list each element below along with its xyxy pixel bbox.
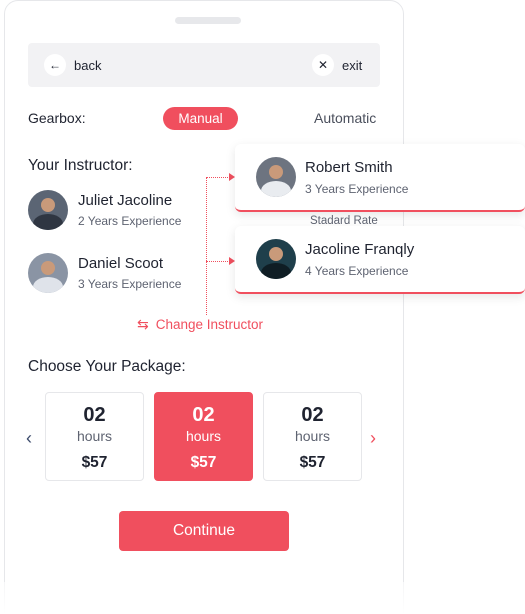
instructor-item[interactable]: Juliet Jacoline 2 Years Experience	[28, 190, 181, 230]
instructor-item[interactable]: Daniel Scoot 3 Years Experience	[28, 253, 181, 293]
instructor-name: Daniel Scoot	[78, 255, 164, 272]
package-price: $57	[81, 454, 108, 471]
package-card[interactable]: 02 hours $57	[263, 392, 362, 481]
package-card-selected[interactable]: 02 hours $57	[154, 392, 253, 481]
instructor-name: Juliet Jacoline	[78, 192, 173, 209]
chevron-left-icon[interactable]: ‹	[26, 428, 32, 449]
instructor-name: Robert Smith	[305, 158, 393, 176]
back-label: back	[74, 57, 102, 73]
gearbox-option-manual[interactable]: Manual	[163, 107, 238, 130]
top-bar: ← back ✕ exit	[28, 43, 380, 87]
bottom-fade	[0, 582, 525, 614]
package-price: $57	[299, 454, 326, 471]
avatar	[256, 157, 296, 197]
package-unit: hours	[185, 428, 222, 444]
package-amount: 02	[83, 404, 106, 426]
phone-notch	[175, 17, 241, 24]
change-instructor-label: Change Instructor	[155, 317, 264, 332]
connector-line	[206, 177, 207, 315]
instructor-experience: 4 Years Experience	[305, 263, 409, 278]
close-icon: ✕	[312, 54, 334, 76]
back-button[interactable]: ← back	[44, 54, 101, 76]
change-instructor-link[interactable]: ⇆ Change Instructor	[137, 316, 263, 333]
package-unit: hours	[76, 428, 113, 444]
connector-line	[206, 177, 230, 178]
instructor-experience: 3 Years Experience	[78, 277, 182, 291]
gearbox-label: Gearbox:	[28, 110, 86, 126]
instructor-experience: 3 Years Experience	[305, 181, 409, 196]
instructor-option-card[interactable]: Jacoline Franqly 4 Years Experience	[235, 226, 525, 294]
package-amount: 02	[192, 404, 215, 426]
gearbox-option-automatic[interactable]: Automatic	[314, 110, 376, 126]
avatar	[28, 190, 68, 230]
package-price: $57	[190, 454, 217, 471]
package-card[interactable]: 02 hours $57	[45, 392, 144, 481]
arrow-left-icon: ←	[44, 54, 66, 76]
exit-label: exit	[342, 57, 363, 73]
avatar	[256, 239, 296, 279]
instructor-section-title: Your Instructor:	[28, 157, 133, 174]
instructor-experience: 2 Years Experience	[78, 214, 182, 228]
instructor-name: Jacoline Franqly	[305, 240, 415, 258]
package-amount: 02	[301, 404, 324, 426]
exit-button[interactable]: ✕ exit	[312, 54, 362, 76]
avatar	[28, 253, 68, 293]
chevron-right-icon[interactable]: ›	[370, 428, 376, 449]
package-unit: hours	[294, 428, 331, 444]
connector-line	[206, 261, 230, 262]
continue-button[interactable]: Continue	[119, 511, 289, 551]
instructor-option-card[interactable]: Robert Smith 3 Years Experience	[235, 144, 525, 212]
swap-arrows-icon: ⇆	[137, 316, 149, 332]
package-section-title: Choose Your Package:	[28, 358, 186, 375]
